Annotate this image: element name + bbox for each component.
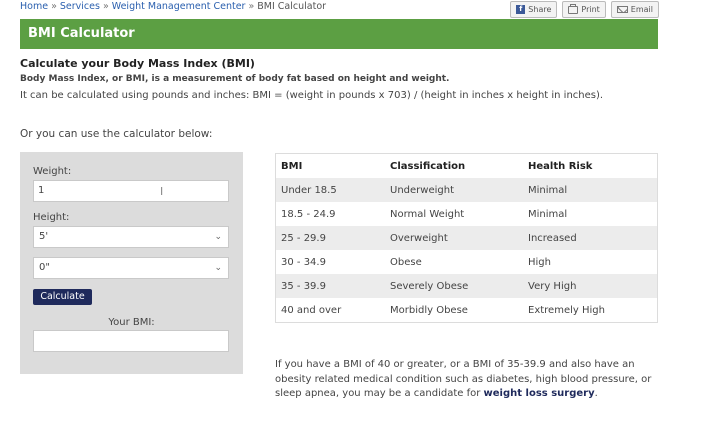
health-risk-cell: Minimal bbox=[523, 202, 658, 226]
breadcrumb-separator: » bbox=[248, 1, 255, 12]
bmi-range-cell: 35 - 39.9 bbox=[275, 274, 385, 298]
text-cursor-icon: I bbox=[160, 185, 164, 198]
bmi-classification-table: BMI Classification Health Risk Under 18.… bbox=[275, 153, 658, 323]
bmi-formula: It can be calculated using pounds and in… bbox=[20, 90, 604, 101]
bmi-definition: Body Mass Index, or BMI, is a measuremen… bbox=[20, 74, 450, 84]
facebook-icon: f bbox=[516, 5, 526, 14]
height-feet-select[interactable]: 5' ⌄ bbox=[33, 226, 229, 248]
bmi-calculator-panel: Weight: 1 I Height: 5' ⌄ 0" ⌄ Calculate … bbox=[20, 152, 243, 374]
weight-value: 1 bbox=[38, 185, 45, 196]
bmi-range-cell: 25 - 29.9 bbox=[275, 226, 385, 250]
table-row: 35 - 39.9 Severely Obese Very High bbox=[275, 274, 658, 298]
table-row: Under 18.5 Underweight Minimal bbox=[275, 178, 658, 202]
table-row: 18.5 - 24.9 Normal Weight Minimal bbox=[275, 202, 658, 226]
classification-cell: Morbidly Obese bbox=[385, 298, 523, 323]
breadcrumb: Home» Services» Weight Management Center» B… bbox=[20, 1, 326, 12]
weight-label: Weight: bbox=[33, 166, 72, 177]
chevron-down-icon: ⌄ bbox=[214, 263, 222, 273]
envelope-icon bbox=[616, 6, 628, 13]
section-heading: Calculate your Body Mass Index (BMI) bbox=[20, 57, 255, 70]
table-row: 30 - 34.9 Obese High bbox=[275, 250, 658, 274]
bmi-result-field bbox=[33, 330, 229, 352]
bmi-range-cell: Under 18.5 bbox=[275, 178, 385, 202]
classification-cell: Severely Obese bbox=[385, 274, 523, 298]
health-risk-cell: Very High bbox=[523, 274, 658, 298]
breadcrumb-weight-management-link[interactable]: Weight Management Center bbox=[112, 1, 246, 12]
table-row: 25 - 29.9 Overweight Increased bbox=[275, 226, 658, 250]
page-title: BMI Calculator bbox=[28, 26, 135, 41]
calculate-button[interactable]: Calculate bbox=[33, 289, 92, 305]
classification-cell: Overweight bbox=[385, 226, 523, 250]
print-label: Print bbox=[581, 5, 600, 14]
share-toolbar: f Share Print Email bbox=[510, 1, 659, 18]
height-feet-value: 5' bbox=[39, 231, 49, 242]
printer-icon bbox=[568, 3, 579, 14]
note-end: . bbox=[594, 388, 598, 399]
chevron-down-icon: ⌄ bbox=[214, 232, 222, 242]
table-header-row: BMI Classification Health Risk bbox=[276, 154, 658, 179]
bmi-range-cell: 40 and over bbox=[275, 298, 385, 323]
print-button[interactable]: Print bbox=[562, 1, 606, 18]
classification-cell: Normal Weight bbox=[385, 202, 523, 226]
classification-cell: Underweight bbox=[385, 178, 523, 202]
column-header-bmi: BMI bbox=[281, 160, 303, 172]
classification-cell: Obese bbox=[385, 250, 523, 274]
share-label: Share bbox=[528, 5, 552, 14]
weight-loss-surgery-link[interactable]: weight loss surgery bbox=[484, 388, 595, 399]
health-risk-cell: Minimal bbox=[523, 178, 658, 202]
calculator-prompt: Or you can use the calculator below: bbox=[20, 128, 213, 140]
column-header-classification: Classification bbox=[390, 160, 466, 172]
breadcrumb-home-link[interactable]: Home bbox=[20, 1, 48, 12]
column-header-health-risk: Health Risk bbox=[528, 160, 593, 172]
email-button[interactable]: Email bbox=[610, 1, 659, 18]
surgery-candidate-note: If you have a BMI of 40 or greater, or a… bbox=[275, 358, 670, 402]
breadcrumb-services-link[interactable]: Services bbox=[60, 1, 100, 12]
breadcrumb-separator: » bbox=[102, 1, 109, 12]
health-risk-cell: Extremely High bbox=[523, 298, 658, 323]
height-inches-select[interactable]: 0" ⌄ bbox=[33, 257, 229, 279]
page-title-banner: BMI Calculator bbox=[20, 19, 658, 49]
height-label: Height: bbox=[33, 212, 70, 223]
bmi-range-cell: 30 - 34.9 bbox=[275, 250, 385, 274]
table-row: 40 and over Morbidly Obese Extremely Hig… bbox=[275, 298, 658, 323]
breadcrumb-current: BMI Calculator bbox=[257, 1, 327, 12]
share-button[interactable]: f Share bbox=[510, 1, 558, 18]
weight-input[interactable]: 1 I bbox=[33, 180, 229, 202]
health-risk-cell: Increased bbox=[523, 226, 658, 250]
email-label: Email bbox=[630, 5, 653, 14]
breadcrumb-separator: » bbox=[51, 1, 57, 12]
height-inches-value: 0" bbox=[39, 262, 50, 273]
bmi-result-label: Your BMI: bbox=[108, 317, 155, 328]
bmi-range-cell: 18.5 - 24.9 bbox=[275, 202, 385, 226]
health-risk-cell: High bbox=[523, 250, 658, 274]
